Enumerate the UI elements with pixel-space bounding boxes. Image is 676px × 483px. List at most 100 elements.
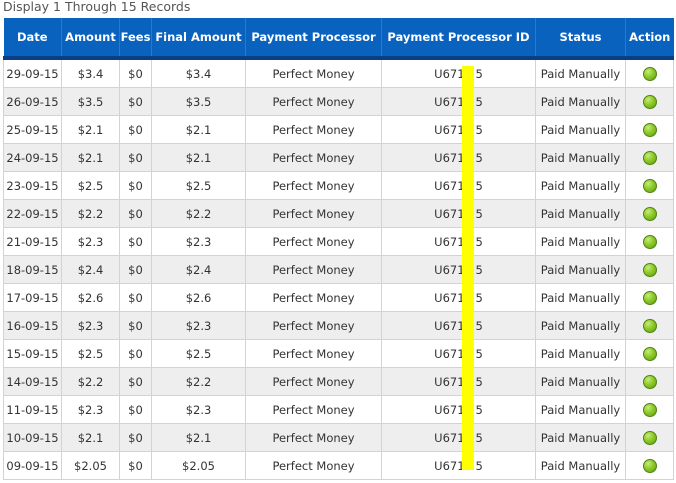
cell-fees: $0 [119,87,152,116]
table-row: 29-09-15 $3.4 $0 $3.4 Perfect Money U6719 5 Pa… [3,57,674,88]
cell-amount: $3.4 [61,57,120,88]
column-header-payment-processor-id[interactable]: Payment Processor ID [381,18,536,60]
cell-date: 16-09-15 [3,311,62,340]
cell-payment-processor-id: U6719 5 [381,199,536,228]
cell-amount: $2.1 [61,143,120,172]
table-row: 23-09-15 $2.5 $0 $2.5 Perfect Money U6719 5 Pa… [3,171,674,200]
cell-fees: $0 [119,283,152,312]
cell-fees: $0 [119,423,152,452]
cell-fees: $0 [119,143,152,172]
cell-date: 26-09-15 [3,87,62,116]
cell-date: 23-09-15 [3,171,62,200]
cell-payment-processor-id: U6719 5 [381,227,536,256]
green-status-dot-icon[interactable] [642,374,657,389]
cell-status: Paid Manually [535,283,626,312]
cell-status: Paid Manually [535,143,626,172]
cell-fees: $0 [119,171,152,200]
table-header: Date Amount Fees Final Amount Payment Pr… [3,18,674,60]
cell-final-amount: $2.5 [151,339,246,368]
green-status-dot-icon[interactable] [642,150,657,165]
cell-final-amount: $2.05 [151,451,246,480]
cell-final-amount: $2.3 [151,395,246,424]
green-status-dot-icon[interactable] [642,458,657,473]
cell-payment-processor-id: U6719 5 [381,367,536,396]
cell-payment-processor: Perfect Money [245,311,382,340]
column-header-action: Action [625,18,674,60]
redaction-bar [462,66,474,470]
column-header-final-amount[interactable]: Final Amount [151,18,246,60]
cell-amount: $2.1 [61,423,120,452]
cell-status: Paid Manually [535,227,626,256]
green-status-dot-icon[interactable] [642,402,657,417]
cell-action [625,339,674,368]
green-status-dot-icon[interactable] [642,346,657,361]
cell-payment-processor: Perfect Money [245,115,382,144]
cell-amount: $2.5 [61,339,120,368]
cell-payment-processor: Perfect Money [245,339,382,368]
green-status-dot-icon[interactable] [642,94,657,109]
green-status-dot-icon[interactable] [642,262,657,277]
cell-fees: $0 [119,311,152,340]
cell-fees: $0 [119,227,152,256]
table-row: 14-09-15 $2.2 $0 $2.2 Perfect Money U6719 5 Pa… [3,367,674,396]
table-row: 26-09-15 $3.5 $0 $3.5 Perfect Money U6719 5 Pa… [3,87,674,116]
green-status-dot-icon[interactable] [642,290,657,305]
cell-amount: $2.4 [61,255,120,284]
green-status-dot-icon[interactable] [642,430,657,445]
cell-payment-processor-id: U6719 5 [381,339,536,368]
cell-final-amount: $2.3 [151,227,246,256]
cell-final-amount: $2.6 [151,283,246,312]
cell-action [625,423,674,452]
cell-payment-processor: Perfect Money [245,199,382,228]
cell-payment-processor-id: U6719 5 [381,115,536,144]
cell-action [625,199,674,228]
green-status-dot-icon[interactable] [642,234,657,249]
cell-final-amount: $2.2 [151,199,246,228]
green-status-dot-icon[interactable] [642,318,657,333]
cell-action [625,451,674,480]
column-header-fees[interactable]: Fees [119,18,152,60]
cell-status: Paid Manually [535,171,626,200]
cell-status: Paid Manually [535,255,626,284]
table-row: 21-09-15 $2.3 $0 $2.3 Perfect Money U6719 5 Pa… [3,227,674,256]
cell-payment-processor: Perfect Money [245,451,382,480]
cell-amount: $2.5 [61,171,120,200]
cell-payment-processor-id: U6719 5 [381,395,536,424]
green-status-dot-icon[interactable] [642,66,657,81]
cell-fees: $0 [119,339,152,368]
cell-action [625,227,674,256]
cell-payment-processor: Perfect Money [245,87,382,116]
cell-date: 22-09-15 [3,199,62,228]
cell-amount: $2.6 [61,283,120,312]
table-row: 22-09-15 $2.2 $0 $2.2 Perfect Money U6719 5 Pa… [3,199,674,228]
table-row: 25-09-15 $2.1 $0 $2.1 Perfect Money U6719 5 Pa… [3,115,674,144]
cell-date: 25-09-15 [3,115,62,144]
cell-status: Paid Manually [535,199,626,228]
cell-action [625,283,674,312]
green-status-dot-icon[interactable] [642,178,657,193]
cell-payment-processor: Perfect Money [245,255,382,284]
cell-payment-processor-id: U6719 5 [381,451,536,480]
cell-amount: $2.1 [61,115,120,144]
cell-amount: $2.05 [61,451,120,480]
green-status-dot-icon[interactable] [642,122,657,137]
cell-action [625,57,674,88]
column-header-status[interactable]: Status [535,18,626,60]
cell-payment-processor-id: U6719 5 [381,283,536,312]
cell-action [625,367,674,396]
cell-date: 15-09-15 [3,339,62,368]
cell-final-amount: $3.5 [151,87,246,116]
table-row: 11-09-15 $2.3 $0 $2.3 Perfect Money U6719 5 Pa… [3,395,674,424]
column-header-amount[interactable]: Amount [61,18,120,60]
column-header-payment-processor[interactable]: Payment Processor [245,18,382,60]
cell-final-amount: $2.4 [151,255,246,284]
table-row: 09-09-15 $2.05 $0 $2.05 Perfect Money U6719 5… [3,451,674,480]
column-header-date[interactable]: Date [3,18,62,60]
cell-action [625,87,674,116]
table-row: 16-09-15 $2.3 $0 $2.3 Perfect Money U6719 5 Pa… [3,311,674,340]
cell-fees: $0 [119,395,152,424]
cell-action [625,311,674,340]
cell-payment-processor-id: U6719 5 [381,143,536,172]
green-status-dot-icon[interactable] [642,206,657,221]
cell-payment-processor-id: U6719 5 [381,423,536,452]
